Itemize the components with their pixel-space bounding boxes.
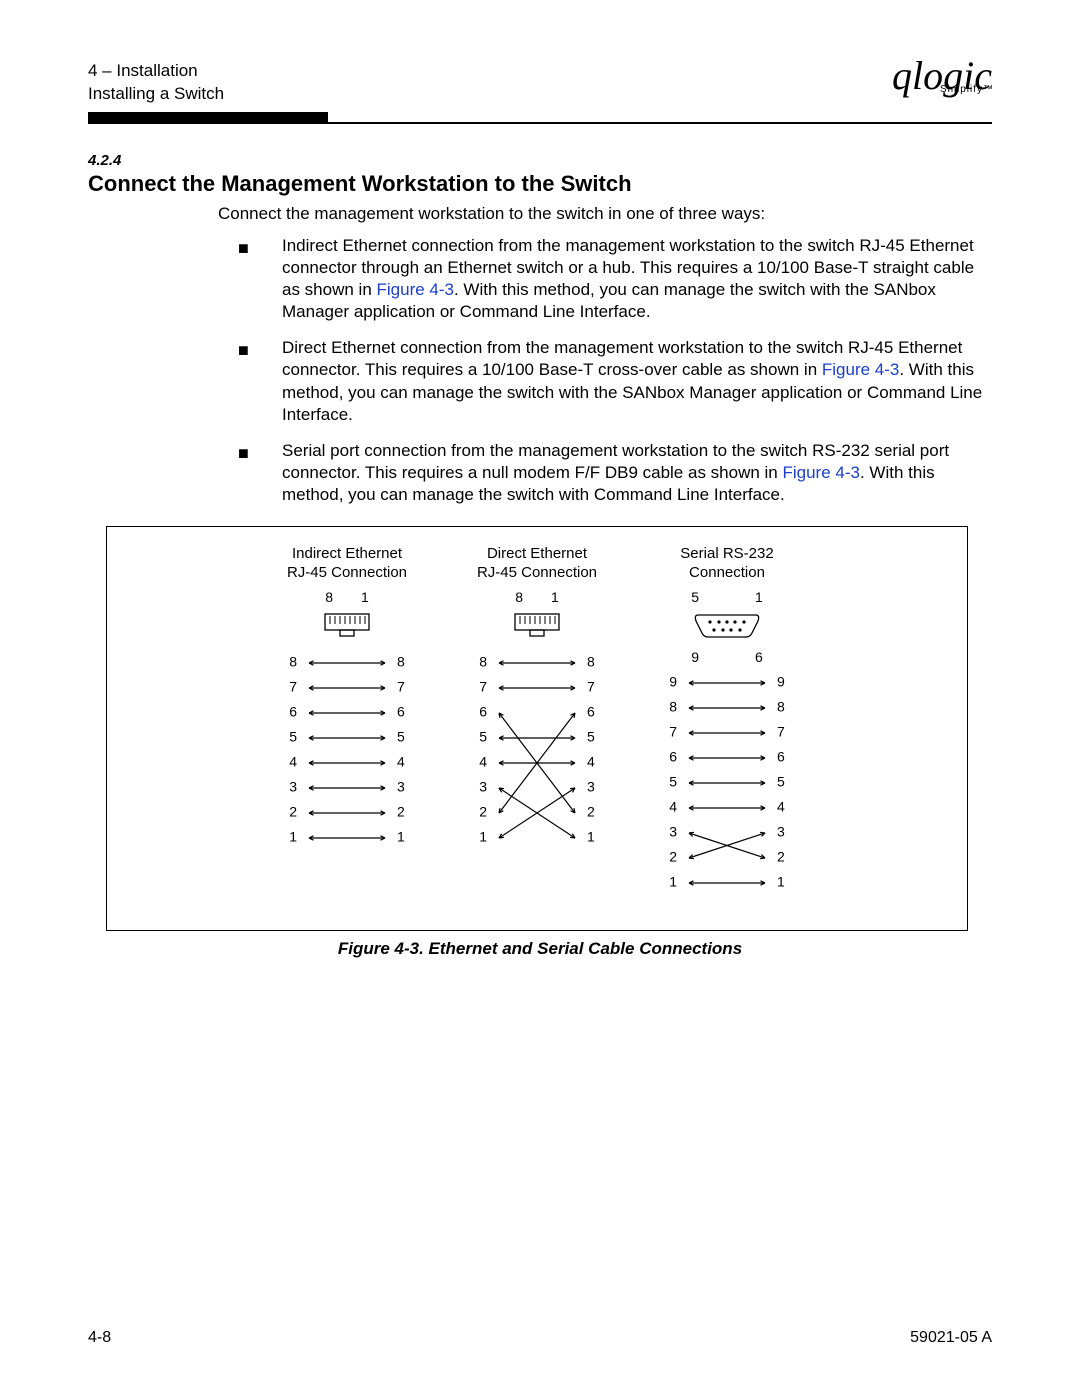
bullet-list: Indirect Ethernet connection from the ma… [238, 235, 992, 506]
db9-pin-6-label: 6 [755, 649, 763, 665]
svg-text:9: 9 [777, 673, 785, 689]
col1-title-b: RJ-45 Connection [287, 564, 407, 581]
section-number: 4.2.4 [88, 152, 992, 169]
svg-text:1: 1 [397, 828, 405, 844]
rj45-connector-icon [324, 613, 370, 637]
svg-text:6: 6 [289, 703, 297, 719]
svg-text:8: 8 [289, 653, 297, 669]
svg-text:1: 1 [587, 828, 595, 844]
svg-text:7: 7 [479, 678, 487, 694]
rj45-pin-8-label: 8 [325, 589, 333, 605]
svg-text:3: 3 [479, 778, 487, 794]
col3-title-b: Connection [689, 564, 765, 581]
diagram-column-direct: Direct Ethernet RJ-45 Connection 8 1 8 8 7… [457, 545, 617, 906]
col3-title-a: Serial RS-232 [680, 545, 773, 562]
brand-logo: qlogic Simplify™ [892, 60, 992, 92]
svg-text:6: 6 [777, 748, 785, 764]
wiring-diagram-straight: 8 8 7 7 6 6 5 5 4 4 3 3 2 2 1 1 [267, 651, 427, 861]
svg-text:2: 2 [289, 803, 297, 819]
wiring-diagram-nullmodem: 9 9 8 8 7 7 6 6 5 5 4 4 3 3 2 2 1 1 [647, 671, 807, 906]
svg-text:6: 6 [397, 703, 405, 719]
svg-text:2: 2 [669, 848, 677, 864]
svg-text:4: 4 [289, 753, 297, 769]
bullet-item: Serial port connection from the manageme… [238, 440, 992, 506]
svg-text:9: 9 [669, 673, 677, 689]
svg-text:7: 7 [777, 723, 785, 739]
svg-text:7: 7 [289, 678, 297, 694]
figure-crossref[interactable]: Figure 4-3 [782, 463, 859, 482]
header-rule [88, 122, 992, 124]
svg-text:5: 5 [777, 773, 785, 789]
svg-text:3: 3 [289, 778, 297, 794]
db9-pin-1-label: 1 [755, 589, 763, 605]
svg-text:8: 8 [479, 653, 487, 669]
svg-text:1: 1 [479, 828, 487, 844]
db9-pin-9-label: 9 [691, 649, 699, 665]
svg-text:8: 8 [777, 698, 785, 714]
svg-text:5: 5 [479, 728, 487, 744]
svg-text:3: 3 [777, 823, 785, 839]
bullet-item: Indirect Ethernet connection from the ma… [238, 235, 992, 323]
svg-text:6: 6 [669, 748, 677, 764]
svg-text:4: 4 [479, 753, 487, 769]
svg-text:3: 3 [587, 778, 595, 794]
svg-text:1: 1 [777, 873, 785, 889]
svg-text:4: 4 [669, 798, 677, 814]
db9-connector-icon [692, 613, 762, 639]
rj45-connector-icon [514, 613, 560, 637]
svg-text:8: 8 [587, 653, 595, 669]
svg-text:5: 5 [587, 728, 595, 744]
rj45-pin-1-label: 1 [361, 589, 369, 605]
svg-text:1: 1 [289, 828, 297, 844]
rj45-pin-8-label: 8 [515, 589, 523, 605]
svg-text:3: 3 [669, 823, 677, 839]
svg-text:3: 3 [397, 778, 405, 794]
svg-text:6: 6 [479, 703, 487, 719]
svg-text:6: 6 [587, 703, 595, 719]
section-label: Installing a Switch [88, 83, 224, 106]
page-footer: 4-8 59021-05 A [88, 1329, 992, 1347]
svg-text:2: 2 [479, 803, 487, 819]
svg-text:7: 7 [669, 723, 677, 739]
svg-text:5: 5 [289, 728, 297, 744]
svg-text:8: 8 [669, 698, 677, 714]
page-header: 4 – Installation Installing a Switch [88, 60, 224, 106]
bullet-item: Direct Ethernet connection from the mana… [238, 337, 992, 425]
svg-text:8: 8 [397, 653, 405, 669]
col2-title-b: RJ-45 Connection [477, 564, 597, 581]
col1-title-a: Indirect Ethernet [292, 545, 402, 562]
section-title: Connect the Management Workstation to th… [88, 171, 992, 197]
doc-number: 59021-05 A [910, 1329, 992, 1347]
svg-text:2: 2 [777, 848, 785, 864]
figure-caption: Figure 4-3. Ethernet and Serial Cable Co… [88, 939, 992, 959]
page-number: 4-8 [88, 1329, 111, 1347]
rj45-pin-1-label: 1 [551, 589, 559, 605]
col2-title-a: Direct Ethernet [487, 545, 587, 562]
figure-container: Indirect Ethernet RJ-45 Connection 8 1 8… [106, 526, 968, 931]
svg-text:2: 2 [397, 803, 405, 819]
diagram-column-indirect: Indirect Ethernet RJ-45 Connection 8 1 8… [267, 545, 427, 906]
svg-text:4: 4 [397, 753, 405, 769]
wiring-diagram-crossover: 8 8 7 7 6 6 5 5 4 4 3 3 2 2 1 1 [457, 651, 617, 861]
logo-subtext: Simplify™ [940, 86, 994, 94]
chapter-label: 4 – Installation [88, 60, 224, 83]
svg-text:5: 5 [397, 728, 405, 744]
figure-crossref[interactable]: Figure 4-3 [822, 360, 899, 379]
svg-text:2: 2 [587, 803, 595, 819]
svg-text:1: 1 [669, 873, 677, 889]
db9-pin-5-label: 5 [691, 589, 699, 605]
intro-paragraph: Connect the management workstation to th… [218, 203, 992, 225]
svg-text:4: 4 [587, 753, 595, 769]
svg-text:7: 7 [587, 678, 595, 694]
svg-text:4: 4 [777, 798, 785, 814]
figure-crossref[interactable]: Figure 4-3 [377, 280, 454, 299]
diagram-column-serial: Serial RS-232 Connection 5 1 9 6 9988776… [647, 545, 807, 906]
svg-text:5: 5 [669, 773, 677, 789]
svg-text:7: 7 [397, 678, 405, 694]
